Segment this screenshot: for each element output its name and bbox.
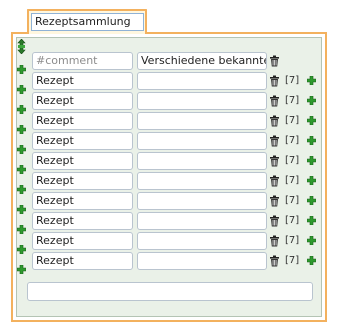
tab-title-field[interactable]: Rezeptsammlung	[31, 13, 144, 31]
add-child-plus-icon[interactable]	[307, 236, 316, 245]
recipe-name-field[interactable]: Rezept	[32, 132, 133, 150]
trash-icon[interactable]	[269, 135, 280, 147]
child-count[interactable]: [7]	[285, 95, 299, 107]
recipe-name-field[interactable]: Rezept	[32, 232, 133, 250]
recipe-value-field[interactable]	[137, 132, 267, 150]
recipe-value-field[interactable]	[137, 252, 267, 270]
insert-row-plus-icon[interactable]	[17, 165, 26, 174]
insert-row-plus-icon[interactable]	[17, 65, 26, 74]
trash-icon[interactable]	[269, 95, 280, 107]
recipe-value-field[interactable]	[137, 112, 267, 130]
trash-icon[interactable]	[269, 175, 280, 187]
insert-row-plus-icon[interactable]	[17, 205, 26, 214]
recipe-value-field[interactable]	[137, 72, 267, 90]
child-count[interactable]: [7]	[285, 155, 299, 167]
insert-row-plus-icon[interactable]	[17, 145, 26, 154]
recipe-value-field[interactable]	[137, 92, 267, 110]
trash-icon[interactable]	[269, 195, 280, 207]
trash-icon[interactable]	[269, 75, 280, 87]
trash-icon[interactable]	[269, 115, 280, 127]
child-count[interactable]: [7]	[285, 215, 299, 227]
trash-icon[interactable]	[269, 55, 280, 67]
trash-icon[interactable]	[269, 155, 280, 167]
child-count[interactable]: [7]	[285, 135, 299, 147]
add-child-plus-icon[interactable]	[307, 216, 316, 225]
recipe-value-field[interactable]	[137, 192, 267, 210]
insert-row-plus-icon[interactable]	[17, 225, 26, 234]
child-count[interactable]: [7]	[285, 195, 299, 207]
child-count[interactable]: [7]	[285, 115, 299, 127]
comment-key-field[interactable]: #comment	[32, 52, 133, 70]
trash-icon[interactable]	[269, 215, 280, 227]
add-child-plus-icon[interactable]	[307, 76, 316, 85]
child-count[interactable]: [7]	[285, 255, 299, 267]
add-child-plus-icon[interactable]	[307, 256, 316, 265]
recipe-name-field[interactable]: Rezept	[32, 92, 133, 110]
recipe-name-field[interactable]: Rezept	[32, 212, 133, 230]
insert-row-plus-icon[interactable]	[17, 245, 26, 254]
insert-row-plus-icon[interactable]	[17, 105, 26, 114]
recipe-name-field[interactable]: Rezept	[32, 112, 133, 130]
insert-row-plus-icon[interactable]	[17, 265, 26, 274]
recipe-value-field[interactable]	[137, 212, 267, 230]
child-count[interactable]: [7]	[285, 175, 299, 187]
insert-row-plus-icon[interactable]	[17, 85, 26, 94]
recipe-name-field[interactable]: Rezept	[32, 72, 133, 90]
insert-row-plus-icon[interactable]	[17, 185, 26, 194]
child-count[interactable]: [7]	[285, 235, 299, 247]
recipe-name-field[interactable]: Rezept	[32, 192, 133, 210]
add-child-plus-icon[interactable]	[307, 176, 316, 185]
recipe-value-field[interactable]	[137, 232, 267, 250]
recipe-value-field[interactable]	[137, 152, 267, 170]
add-child-plus-icon[interactable]	[307, 156, 316, 165]
trash-icon[interactable]	[269, 255, 280, 267]
move-icon[interactable]	[16, 38, 27, 55]
add-child-plus-icon[interactable]	[307, 136, 316, 145]
trash-icon[interactable]	[269, 235, 280, 247]
comment-value-field[interactable]: Verschiedene bekannte Gerichte	[137, 52, 267, 70]
recipe-name-field[interactable]: Rezept	[32, 152, 133, 170]
recipe-name-field[interactable]: Rezept	[32, 252, 133, 270]
add-child-plus-icon[interactable]	[307, 196, 316, 205]
recipe-value-field[interactable]	[137, 172, 267, 190]
add-child-plus-icon[interactable]	[307, 116, 316, 125]
insert-row-plus-icon[interactable]	[17, 125, 26, 134]
tab-rezeptsammlung[interactable]: Rezeptsammlung	[27, 9, 147, 34]
child-count[interactable]: [7]	[285, 75, 299, 87]
new-entry-input[interactable]	[27, 282, 313, 301]
add-child-plus-icon[interactable]	[307, 96, 316, 105]
recipe-name-field[interactable]: Rezept	[32, 172, 133, 190]
